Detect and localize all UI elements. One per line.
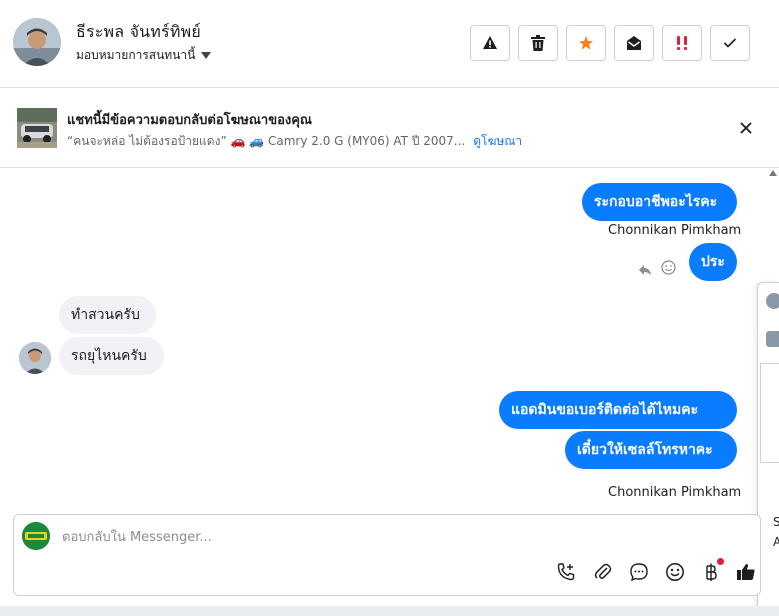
- incoming-message[interactable]: รถยุไหนครับ: [59, 337, 164, 375]
- outgoing-message[interactable]: แอดมินขอเบอร์ติดต่อได้ไหมคะ: [499, 391, 737, 429]
- avatar: [766, 293, 779, 309]
- caret-down-icon: [201, 52, 212, 59]
- incoming-message[interactable]: ทำสวนครับ: [59, 296, 156, 334]
- contact-avatar-small[interactable]: [19, 342, 51, 374]
- trash-icon: [531, 35, 545, 51]
- conversation-header: ธีระพล จันทร์ทิพย์ มอบหมายการสนทนานี้: [0, 0, 779, 88]
- contact-avatar[interactable]: [13, 18, 61, 66]
- assign-label: มอบหมายการสนทนานี้: [76, 48, 196, 62]
- scroll-up-arrow[interactable]: [769, 170, 777, 176]
- ad-banner-subtitle: “คนจะหล่อ ไม่ต้องรอป้ายแดง” 🚗 🚙 Camry 2.…: [67, 134, 466, 148]
- open-envelope-icon: [627, 36, 641, 50]
- attach-button[interactable]: [592, 561, 614, 583]
- mark-unread-button[interactable]: [614, 25, 654, 61]
- react-emoji-icon[interactable]: [661, 260, 676, 279]
- check-icon: [723, 38, 737, 48]
- like-button[interactable]: [735, 561, 757, 583]
- outgoing-message[interactable]: ระกอบอาชีพอะไรคะ: [582, 183, 737, 221]
- ad-thumbnail: [766, 331, 779, 347]
- assign-conversation-dropdown[interactable]: มอบหมายการสนทนานี้: [76, 46, 212, 65]
- close-icon: [740, 122, 752, 134]
- messenger-conversation: ธีระพล จันทร์ทิพย์ มอบหมายการสนทนานี้ แช…: [0, 0, 779, 616]
- phone-plus-icon: [557, 563, 575, 581]
- double-exclamation-icon: [677, 36, 687, 50]
- emoji-button[interactable]: [664, 561, 686, 583]
- paperclip-icon: [594, 563, 612, 579]
- sender-name: Chonnikan Pimkham: [608, 485, 742, 500]
- view-ad-link[interactable]: ดูโฆษณา: [473, 132, 522, 151]
- panel-text: S: [773, 515, 779, 529]
- close-banner-button[interactable]: [736, 118, 756, 138]
- chat-bubble-icon: [630, 563, 648, 582]
- conversation-toolbar: [470, 25, 750, 61]
- follow-up-button[interactable]: [662, 25, 702, 61]
- call-button[interactable]: [555, 561, 577, 583]
- ad-thumbnail[interactable]: [17, 108, 57, 152]
- bottom-strip: [0, 606, 779, 616]
- smiley-icon: [666, 563, 684, 581]
- reply-input[interactable]: [62, 527, 702, 547]
- star-button[interactable]: [566, 25, 606, 61]
- star-icon: [579, 36, 593, 50]
- reply-icon[interactable]: [638, 261, 652, 280]
- page-avatar: [22, 522, 50, 550]
- warning-icon: [483, 36, 497, 49]
- mark-spam-button[interactable]: [470, 25, 510, 61]
- panel-text: A: [773, 535, 779, 549]
- baht-icon: [706, 563, 717, 581]
- outgoing-message[interactable]: ประ: [689, 243, 737, 281]
- outgoing-message[interactable]: เดี๋ยวให้เซลล์โทรหาคะ: [565, 431, 737, 469]
- thumbs-up-icon: [737, 564, 755, 580]
- ad-banner-subtitle-row: “คนจะหล่อ ไม่ต้องรอป้ายแดง” 🚗 🚙 Camry 2.…: [67, 132, 522, 151]
- sender-name: Chonnikan Pimkham: [608, 223, 742, 238]
- delete-button[interactable]: [518, 25, 558, 61]
- saved-replies-button[interactable]: [628, 561, 650, 583]
- contact-name: ธีระพล จันทร์ทิพย์: [76, 22, 201, 41]
- mark-done-button[interactable]: [710, 25, 750, 61]
- notification-dot: [717, 558, 724, 565]
- ad-banner-title: แชทนี้มีข้อความตอบกลับต่อโฆษณาของคุณ: [67, 113, 312, 128]
- panel-card: [760, 363, 779, 463]
